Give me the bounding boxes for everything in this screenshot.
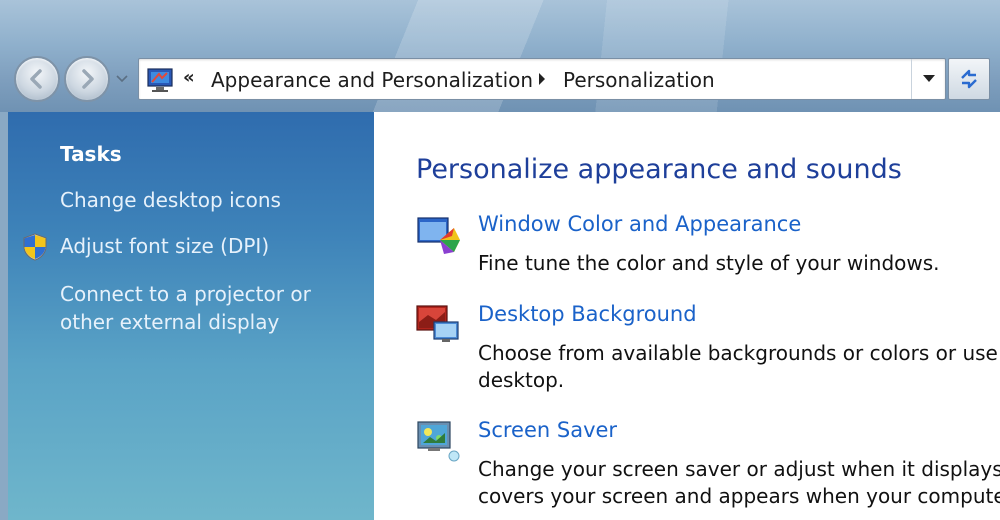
navigation-bar: « Appearance and Personalization Persona… [0,0,1000,112]
breadcrumb-arrow-icon[interactable] [537,72,547,86]
forward-button[interactable] [64,56,110,102]
uac-shield-icon [23,233,47,261]
main-content: Personalize appearance and sounds Window… [374,112,1000,520]
back-button[interactable] [14,56,60,102]
tasks-pane: Tasks Change desktop icons Adjust font s… [8,112,374,520]
page-title: Personalize appearance and sounds [416,154,902,185]
address-history-dropdown[interactable] [911,59,945,99]
description-line: desktop. [478,368,565,392]
description-line: Choose from available backgrounds or col… [478,341,1000,365]
arrow-left-icon [30,69,42,89]
task-change-desktop-icons[interactable]: Change desktop icons [60,186,281,214]
screen-saver-icon[interactable] [414,416,462,464]
arrow-right-icon [82,69,94,89]
window-frame-edge [0,112,8,520]
control-panel-icon [147,68,173,92]
breadcrumb-appearance-personalization[interactable]: Appearance and Personalization [211,68,533,92]
tasks-heading: Tasks [60,142,122,166]
window-color-description: Fine tune the color and style of your wi… [478,251,940,275]
task-connect-projector[interactable]: Connect to a projector or other external… [60,280,370,336]
recent-pages-dropdown[interactable] [116,72,128,84]
breadcrumb-overflow[interactable]: « [183,67,195,88]
refresh-icon [961,69,977,89]
description-line: Change your screen saver or adjust when … [478,457,1000,481]
screen-saver-description: Change your screen saver or adjust when … [478,456,1000,510]
desktop-background-link[interactable]: Desktop Background [478,302,697,326]
task-adjust-font-size[interactable]: Adjust font size (DPI) [60,232,269,260]
window-color-icon[interactable] [414,210,462,258]
breadcrumb-personalization[interactable]: Personalization [563,68,715,92]
window-color-appearance-link[interactable]: Window Color and Appearance [478,212,801,236]
refresh-button[interactable] [948,58,990,100]
desktop-background-icon[interactable] [414,300,462,348]
chevron-down-icon [923,75,935,82]
screen-saver-link[interactable]: Screen Saver [478,418,617,442]
address-bar[interactable]: « Appearance and Personalization Persona… [138,58,946,100]
description-line: covers your screen and appears when your… [478,484,1000,508]
desktop-background-description: Choose from available backgrounds or col… [478,340,1000,394]
